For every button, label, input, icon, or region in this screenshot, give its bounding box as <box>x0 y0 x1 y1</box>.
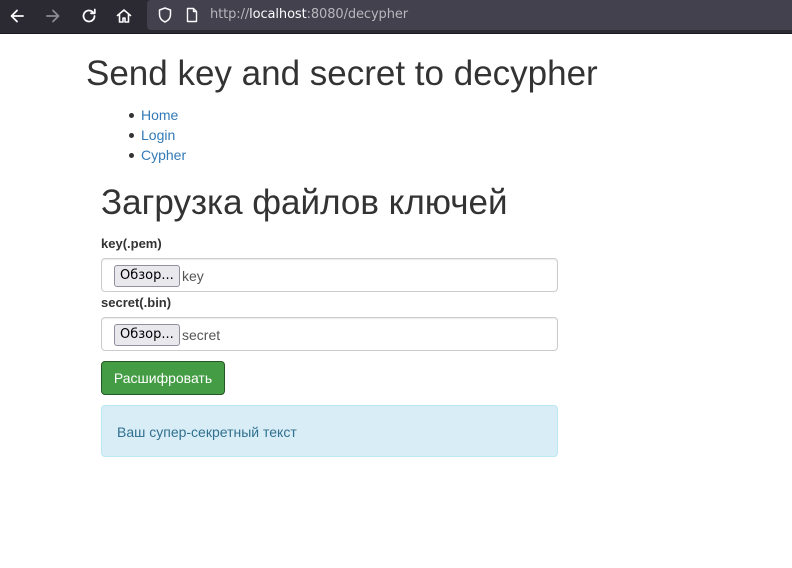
secret-field-label: secret(.bin) <box>101 295 172 310</box>
nav-item-home: Home <box>128 105 186 125</box>
nav-item-login: Login <box>128 125 186 145</box>
home-icon <box>116 9 132 23</box>
page-title: Send key and secret to decypher <box>86 54 598 93</box>
back-button[interactable] <box>4 3 30 29</box>
key-field-label: key(.pem) <box>101 236 162 251</box>
arrow-right-icon <box>46 9 60 23</box>
secret-file-input[interactable]: Обзор... secret <box>101 317 558 351</box>
section-title: Загрузка файлов ключей <box>101 183 508 222</box>
key-file-input[interactable]: Обзор... key <box>101 258 558 292</box>
url-scheme: http:// <box>210 7 250 22</box>
reload-button[interactable] <box>76 3 102 29</box>
shield-icon[interactable] <box>156 6 174 24</box>
decrypt-button[interactable]: Расшифровать <box>101 361 225 395</box>
nav-item-cypher: Cypher <box>128 145 186 165</box>
nav-link-login[interactable]: Login <box>141 127 175 143</box>
secret-file-name: secret <box>182 327 221 343</box>
key-file-name: key <box>182 268 204 284</box>
result-text: Ваш супер-секретный текст <box>117 424 297 440</box>
arrow-left-icon <box>10 9 24 23</box>
address-bar[interactable]: http://localhost:8080/decypher <box>147 0 792 30</box>
reload-icon <box>82 8 96 23</box>
url-host: localhost <box>249 7 307 22</box>
forward-button[interactable] <box>40 3 66 29</box>
url-text[interactable]: http://localhost:8080/decypher <box>210 7 408 22</box>
result-alert: Ваш супер-секретный текст <box>101 405 558 457</box>
home-button[interactable] <box>111 3 137 29</box>
key-browse-button[interactable]: Обзор... <box>114 265 180 287</box>
browser-toolbar: http://localhost:8080/decypher <box>0 0 792 34</box>
nav-link-cypher[interactable]: Cypher <box>141 147 186 163</box>
page-icon[interactable] <box>183 6 201 24</box>
nav-list: Home Login Cypher <box>128 105 186 165</box>
nav-link-home[interactable]: Home <box>141 107 178 123</box>
url-path: :8080/decypher <box>306 7 408 22</box>
secret-browse-button[interactable]: Обзор... <box>114 324 180 346</box>
